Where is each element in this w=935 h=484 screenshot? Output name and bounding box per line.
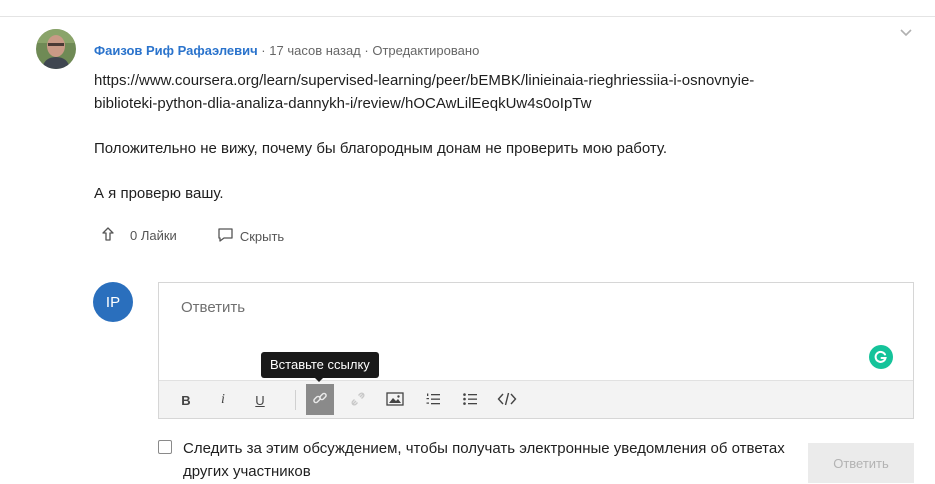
top-divider bbox=[0, 16, 935, 17]
meta-separator: · bbox=[360, 43, 373, 58]
bullet-list-button[interactable] bbox=[457, 387, 483, 413]
hide-label: Скрыть bbox=[239, 229, 285, 244]
code-button[interactable] bbox=[494, 387, 520, 413]
edited-label: Отредактировано bbox=[372, 43, 480, 58]
numbered-list-icon bbox=[425, 391, 441, 410]
follow-discussion-label[interactable]: Следить за этим обсуждением, чтобы получ… bbox=[158, 437, 798, 483]
comment-actions: 0 Лайки Скрыть bbox=[101, 224, 284, 246]
code-icon bbox=[497, 391, 517, 410]
tooltip-arrow bbox=[314, 377, 324, 382]
editor-toolbar: B i U bbox=[159, 380, 913, 418]
meta-separator: · bbox=[257, 43, 270, 58]
comment-paragraph: Положительно не вижу, почему бы благород… bbox=[94, 140, 668, 157]
comment-timestamp: 17 часов назад bbox=[269, 43, 361, 58]
underline-button[interactable]: U bbox=[247, 387, 273, 413]
comment-paragraph: А я проверю вашу. bbox=[94, 185, 224, 202]
insert-link-tooltip: Вставьте ссылку bbox=[261, 352, 379, 378]
toolbar-divider bbox=[295, 390, 296, 410]
bold-button[interactable]: B bbox=[173, 387, 199, 413]
bullet-list-icon bbox=[462, 391, 478, 410]
unlink-button[interactable] bbox=[345, 387, 371, 413]
chevron-down-icon[interactable] bbox=[898, 25, 914, 41]
italic-button[interactable]: i bbox=[210, 387, 236, 413]
image-icon bbox=[386, 391, 404, 410]
comment-body: https://www.coursera.org/learn/supervise… bbox=[94, 69, 894, 205]
comment-meta: Фаизов Риф Рафаэлевич · 17 часов назад ·… bbox=[94, 42, 479, 59]
speech-bubble-icon bbox=[217, 227, 240, 246]
follow-discussion-row: Следить за этим обсуждением, чтобы получ… bbox=[158, 437, 798, 483]
reply-editor: Ответить B i U bbox=[158, 282, 914, 419]
comment-link-line-2[interactable]: biblioteki-python-dlia-analiza-dannykh-i… bbox=[94, 92, 894, 115]
numbered-list-button[interactable] bbox=[420, 387, 446, 413]
insert-link-button[interactable] bbox=[306, 384, 334, 415]
grammarly-icon[interactable] bbox=[869, 345, 893, 369]
user-avatar: IP bbox=[93, 282, 133, 322]
unlink-icon bbox=[350, 391, 366, 410]
hide-button[interactable]: Скрыть bbox=[217, 227, 284, 246]
insert-image-button[interactable] bbox=[382, 387, 408, 413]
submit-reply-button[interactable]: Ответить bbox=[808, 443, 914, 483]
likes-count: 0 Лайки bbox=[130, 227, 177, 243]
like-button[interactable]: 0 Лайки bbox=[101, 226, 177, 245]
author-name-link[interactable]: Фаизов Риф Рафаэлевич bbox=[94, 43, 258, 58]
upvote-arrow-icon bbox=[101, 226, 130, 245]
comment-link-line-1[interactable]: https://www.coursera.org/learn/supervise… bbox=[94, 69, 894, 92]
link-icon bbox=[312, 390, 328, 409]
reply-input[interactable]: Ответить bbox=[181, 299, 245, 316]
author-avatar[interactable] bbox=[36, 29, 76, 69]
